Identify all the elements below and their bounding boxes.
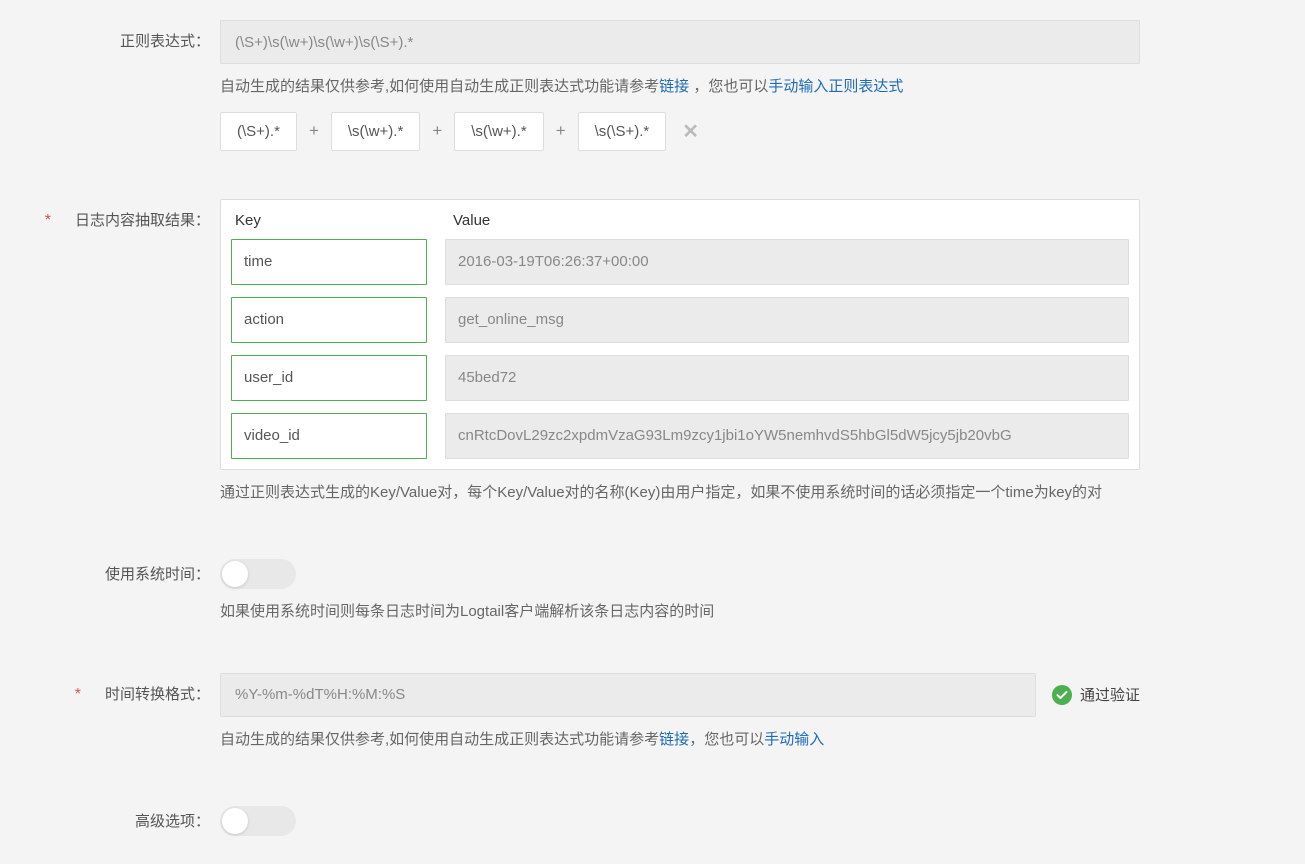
table-row: user_id 45bed72 xyxy=(231,355,1129,401)
regex-manual-link[interactable]: 手动输入正则表达式 xyxy=(768,78,903,95)
time-format-help: 自动生成的结果仅供参考,如何使用自动生成正则表达式功能请参考链接，您也可以手动输… xyxy=(220,727,1140,753)
close-icon[interactable]: ✕ xyxy=(682,119,699,144)
key-input[interactable]: user_id xyxy=(231,355,427,401)
regex-part-box[interactable]: \s(\w+).* xyxy=(454,112,543,151)
value-field: get_online_msg xyxy=(445,297,1129,343)
advanced-toggle[interactable] xyxy=(220,806,296,836)
plus-icon: + xyxy=(432,121,442,141)
plus-icon: + xyxy=(309,121,319,141)
plus-icon: + xyxy=(556,121,566,141)
table-row: action get_online_msg xyxy=(231,297,1129,343)
regex-parts-row: (\S+).* + \s(\w+).* + \s(\w+).* + \s(\S+… xyxy=(220,112,1140,151)
kv-table: Key Value time 2016-03-19T06:26:37+00:00… xyxy=(220,199,1140,470)
regex-label: 正则表达式： xyxy=(20,20,220,51)
system-time-help: 如果使用系统时间则每条日志时间为Logtail客户端解析该条日志内容的时间 xyxy=(220,599,1140,625)
verified-badge: 通过验证 xyxy=(1052,684,1140,705)
extraction-label: *日志内容抽取结果： xyxy=(20,199,220,230)
key-input[interactable]: video_id xyxy=(231,413,427,459)
value-field: 2016-03-19T06:26:37+00:00 xyxy=(445,239,1129,285)
value-field: 45bed72 xyxy=(445,355,1129,401)
key-input[interactable]: action xyxy=(231,297,427,343)
regex-part-box[interactable]: \s(\S+).* xyxy=(578,112,667,151)
time-format-label: *时间转换格式： xyxy=(20,673,220,704)
regex-help-text: 自动生成的结果仅供参考,如何使用自动生成正则表达式功能请参考链接 ，您也可以手动… xyxy=(220,74,1140,100)
key-input[interactable]: time xyxy=(231,239,427,285)
time-format-input: %Y-%m-%dT%H:%M:%S xyxy=(220,673,1036,717)
time-format-help-link[interactable]: 链接 xyxy=(659,731,689,748)
regex-part-box[interactable]: \s(\w+).* xyxy=(331,112,420,151)
required-icon: * xyxy=(75,686,81,703)
regex-part-box[interactable]: (\S+).* xyxy=(220,112,297,151)
table-row: time 2016-03-19T06:26:37+00:00 xyxy=(231,239,1129,285)
regex-input: (\S+)\s(\w+)\s(\w+)\s(\S+).* xyxy=(220,20,1140,64)
regex-help-link[interactable]: 链接 xyxy=(659,78,689,95)
key-column-header: Key xyxy=(235,212,435,229)
check-circle-icon xyxy=(1052,685,1072,705)
time-format-manual-link[interactable]: 手动输入 xyxy=(764,731,824,748)
value-field: cnRtcDovL29zc2xpdmVzaG93Lm9zcy1jbi1oYW5n… xyxy=(445,413,1129,459)
required-icon: * xyxy=(45,212,51,229)
extraction-help-text: 通过正则表达式生成的Key/Value对，每个Key/Value对的名称(Key… xyxy=(220,480,1140,506)
system-time-label: 使用系统时间： xyxy=(20,553,220,584)
advanced-label: 高级选项： xyxy=(20,800,220,831)
value-column-header: Value xyxy=(453,212,1125,229)
table-row: video_id cnRtcDovL29zc2xpdmVzaG93Lm9zcy1… xyxy=(231,413,1129,459)
system-time-toggle[interactable] xyxy=(220,559,296,589)
